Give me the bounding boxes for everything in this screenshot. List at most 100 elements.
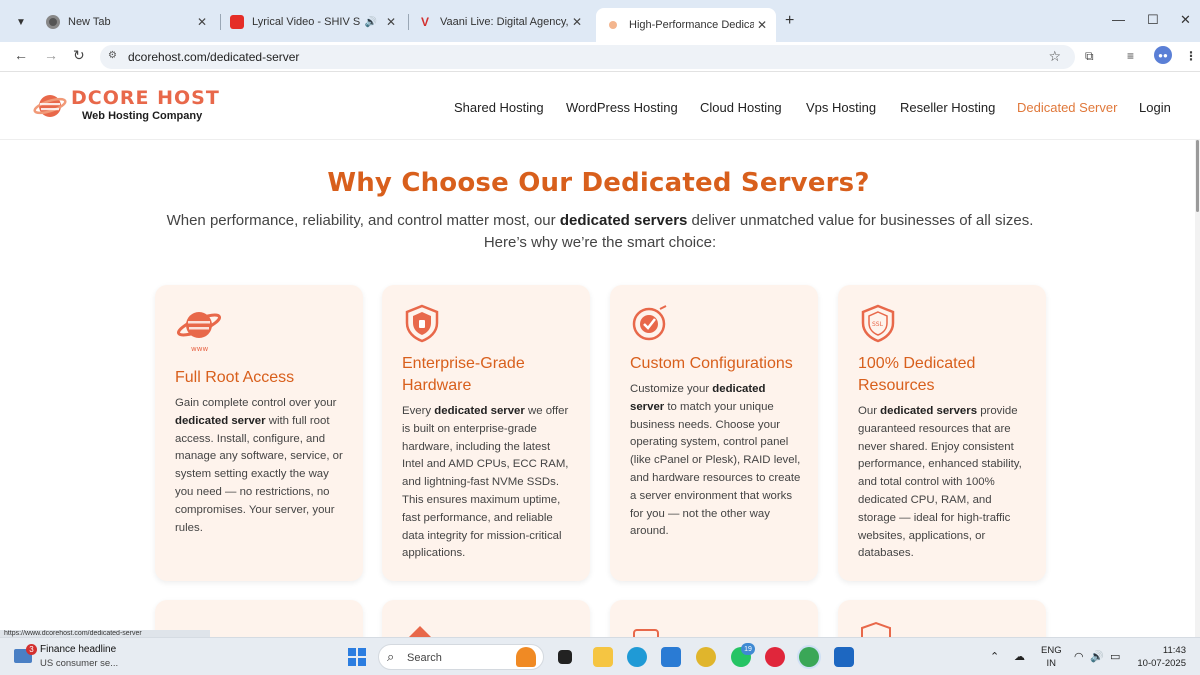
shield-icon — [405, 304, 439, 343]
feature-card-row2 — [382, 600, 590, 637]
volume-icon[interactable]: 🔊 — [1090, 650, 1104, 663]
page-scrollbar[interactable] — [1195, 140, 1200, 637]
tab-vaani-live[interactable]: V Vaani Live: Digital Agency, Web ✕ — [408, 8, 591, 36]
tab-search-chevron-icon[interactable]: ▼ — [10, 11, 32, 33]
whatsapp-badge: 19 — [741, 643, 755, 655]
logo-planet-icon — [33, 95, 67, 117]
profile-avatar[interactable]: ●● — [1154, 46, 1172, 64]
logo-name: DCORE HOST — [71, 87, 220, 109]
youtube-icon — [230, 15, 244, 29]
reading-list-icon[interactable]: ≡ — [1127, 49, 1134, 63]
address-bar[interactable]: ⚙ dcorehost.com/dedicated-server ☆ — [100, 45, 1075, 69]
bookmark-star-icon[interactable]: ☆ — [1048, 48, 1061, 65]
feature-card-row2 — [610, 600, 818, 637]
nav-cloud-hosting[interactable]: Cloud Hosting — [700, 100, 782, 115]
nav-login[interactable]: Login — [1139, 100, 1171, 115]
card-body: Every dedicated server we offer is built… — [402, 405, 569, 560]
logo-tagline: Web Hosting Company — [82, 110, 203, 122]
vscode-icon[interactable] — [661, 647, 681, 667]
edge-icon[interactable] — [627, 647, 647, 667]
windows-start-icon[interactable] — [348, 648, 366, 666]
vaani-icon: V — [420, 15, 429, 29]
nav-wordpress-hosting[interactable]: WordPress Hosting — [566, 100, 678, 115]
window-close-icon[interactable]: ✕ — [1180, 12, 1191, 28]
page-title: Why Choose Our Dedicated Servers? — [327, 168, 870, 198]
security-shield-icon — [861, 621, 891, 637]
tab-new-tab[interactable]: New Tab ✕ — [36, 8, 216, 36]
nav-dedicated-server[interactable]: Dedicated Server — [1017, 100, 1117, 115]
feature-card-row2 — [838, 600, 1046, 637]
outlook-icon[interactable] — [834, 647, 854, 667]
feature-card-custom-config: Custom Configurations Customize your ded… — [610, 285, 818, 581]
page-content: Why Choose Our Dedicated Servers? When p… — [0, 140, 1197, 637]
maximize-icon[interactable]: ☐ — [1147, 12, 1159, 28]
browser-toolbar: ← → ↻ ⚙ dcorehost.com/dedicated-server ☆… — [0, 42, 1200, 72]
battery-icon[interactable]: ▭ — [1110, 650, 1120, 663]
close-icon[interactable]: ✕ — [194, 15, 210, 29]
taskbar-clock[interactable]: 11:43 10-07-2025 — [1130, 644, 1186, 670]
vlc-icon[interactable] — [516, 647, 536, 667]
chrome-active-icon[interactable] — [799, 647, 819, 667]
notification-badge: 3 — [26, 644, 37, 655]
tab-title: High-Performance Dedicated S — [629, 19, 754, 31]
extensions-icon[interactable]: ⧉ — [1085, 49, 1094, 64]
language-indicator[interactable]: ENG IN — [1041, 644, 1062, 670]
back-icon[interactable]: ← — [14, 47, 28, 63]
wifi-icon[interactable]: ◠ — [1074, 650, 1084, 663]
widget-headline[interactable]: Finance headline — [40, 644, 116, 655]
card-body: Customize your dedicated server to match… — [630, 383, 801, 538]
speaker-icon[interactable]: 🔊 — [365, 17, 377, 28]
nav-reseller-hosting[interactable]: Reseller Hosting — [900, 100, 995, 115]
card-title: Custom Configurations — [630, 355, 793, 372]
search-icon: ⌕ — [387, 649, 395, 664]
card-body: Gain complete control over your dedicate… — [175, 397, 343, 534]
server-icon — [633, 629, 659, 637]
site-info-icon[interactable]: ⚙ — [108, 50, 117, 61]
minimize-icon[interactable]: — — [1112, 12, 1125, 27]
tab-title: Vaani Live: Digital Agency, Web — [440, 16, 569, 28]
feature-card-root-access: www Full Root Access Gain complete contr… — [155, 285, 363, 581]
chrome-icon — [46, 15, 60, 29]
close-icon[interactable]: ✕ — [383, 15, 399, 29]
page-subtitle: When performance, reliability, and contr… — [166, 212, 1034, 251]
widget-subtitle[interactable]: US consumer se... — [40, 658, 118, 669]
browser-tab-strip: ▼ New Tab ✕ Lyrical Video - SHIV SE GOR … — [0, 0, 1200, 42]
close-icon[interactable]: ✕ — [569, 15, 585, 29]
terminal-icon[interactable] — [558, 650, 572, 664]
nav-shared-hosting[interactable]: Shared Hosting — [454, 100, 544, 115]
url-text[interactable]: dcorehost.com/dedicated-server — [128, 50, 299, 64]
stack-icon — [409, 626, 431, 637]
reload-icon[interactable]: ↻ — [73, 47, 85, 64]
forward-icon[interactable]: → — [44, 47, 58, 63]
dcore-icon — [609, 21, 617, 29]
card-title: Full Root Access — [175, 369, 295, 386]
tab-title: New Tab — [68, 16, 111, 28]
feature-card-dedicated-resources: SSL 100% Dedicated Resources Our dedicat… — [838, 285, 1046, 581]
ssl-shield-icon: SSL — [861, 304, 895, 343]
card-title: 100% Dedicated Resources — [858, 355, 976, 394]
tab-lyrical-video[interactable]: Lyrical Video - SHIV SE GOR 🔊 ✕ — [220, 8, 405, 36]
file-explorer-icon[interactable] — [593, 647, 613, 667]
media-player-icon[interactable] — [765, 647, 785, 667]
tab-dedicated-server[interactable]: High-Performance Dedicated S ✕ — [596, 8, 776, 42]
site-header: DCORE HOST Web Hosting Company Shared Ho… — [0, 72, 1200, 140]
chrome-taskbar-icon[interactable] — [696, 647, 716, 667]
card-title: Enterprise-Grade Hardware — [402, 355, 525, 394]
tab-title: Lyrical Video - SHIV SE GOR — [252, 16, 361, 28]
tray-chevron-icon[interactable]: ⌃ — [990, 650, 999, 663]
search-label: Search — [407, 652, 442, 664]
nav-vps-hosting[interactable]: Vps Hosting — [806, 100, 876, 115]
card-body: Our dedicated servers provide guaranteed… — [858, 405, 1022, 560]
svg-text:www: www — [191, 345, 208, 353]
windows-taskbar: 3 Finance headline US consumer se... ⌕ S… — [0, 637, 1200, 675]
more-menu-icon[interactable]: ⋮ — [1185, 49, 1197, 63]
new-tab-button[interactable]: + — [785, 12, 794, 30]
svg-text:SSL: SSL — [872, 321, 884, 328]
www-globe-icon: www — [176, 312, 222, 353]
scrollbar-thumb[interactable] — [1196, 140, 1199, 212]
custom-check-icon — [632, 305, 667, 341]
onedrive-icon[interactable]: ☁ — [1014, 650, 1025, 663]
site-logo[interactable]: DCORE HOST Web Hosting Company — [33, 84, 253, 128]
close-icon[interactable]: ✕ — [754, 18, 770, 32]
feature-card-hardware: Enterprise-Grade Hardware Every dedicate… — [382, 285, 590, 581]
